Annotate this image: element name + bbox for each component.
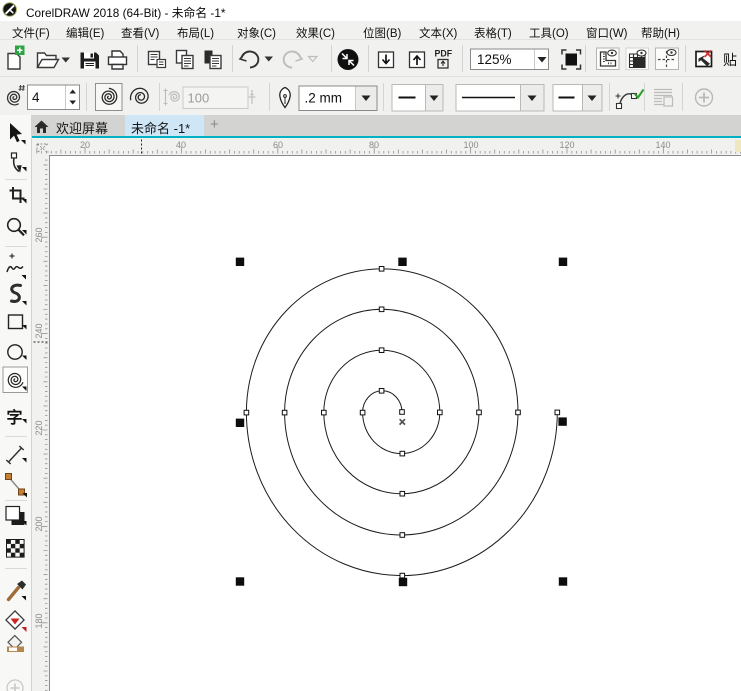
svg-text:字: 字 [7,408,23,427]
svg-text:125%: 125% [477,52,512,67]
svg-text:PDF: PDF [435,49,453,59]
svg-text:贴: 贴 [723,52,737,68]
svg-text:100: 100 [188,91,210,106]
svg-text:4: 4 [32,90,40,105]
svg-text:.2 mm: .2 mm [305,91,343,106]
